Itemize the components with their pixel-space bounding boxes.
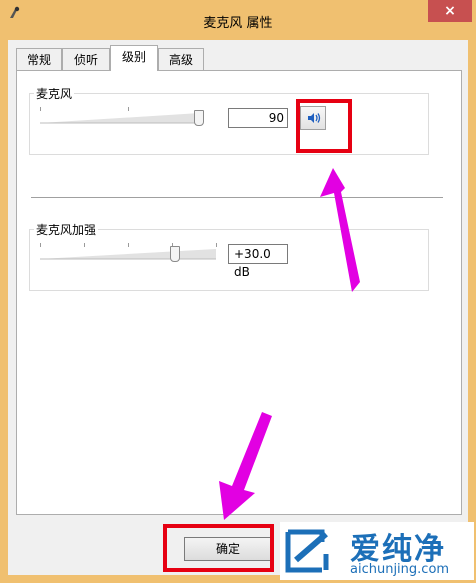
annotation-arrows: [219, 168, 360, 520]
tab-levels[interactable]: 级别: [110, 45, 158, 71]
dialog-window: 麦克风 属性 × 常规 侦听 级别 高级 麦克风 90 麦克风加强 +30.0 …: [0, 0, 476, 583]
arrow-up-icon: [320, 168, 360, 292]
watermark: 爱纯净 aichunjing.com: [280, 522, 474, 580]
aichunjing-logo-icon: [285, 529, 329, 573]
watermark-url: aichunjing.com: [350, 562, 450, 577]
arrow-down-icon: [219, 412, 272, 520]
